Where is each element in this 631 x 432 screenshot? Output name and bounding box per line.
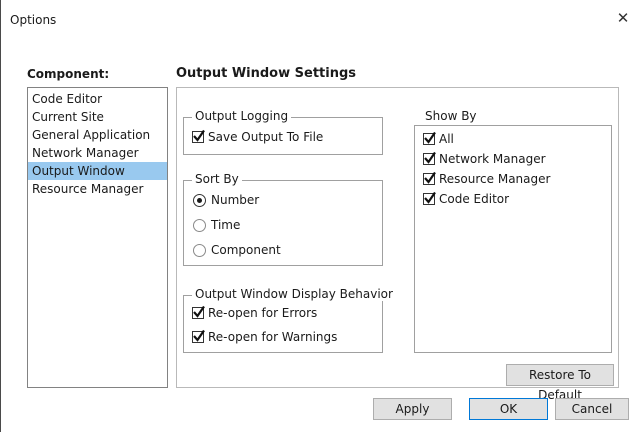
component-item-code-editor[interactable]: Code Editor xyxy=(28,90,167,108)
component-item-label: Resource Manager xyxy=(32,182,144,196)
radio-selected-icon xyxy=(193,193,206,207)
component-list[interactable]: Code Editor Current Site General Applica… xyxy=(27,87,168,388)
sort-by-time-label: Time xyxy=(211,218,241,232)
checkbox-checked-icon xyxy=(423,151,436,165)
show-by-code-editor-label: Code Editor xyxy=(439,192,510,206)
settings-panel: Output Logging Save Output To File Sort … xyxy=(176,87,619,402)
sort-by-time-radio[interactable]: Time xyxy=(193,216,240,234)
show-by-network-manager-checkbox[interactable]: Network Manager xyxy=(423,150,546,168)
checkbox-checked-icon xyxy=(192,305,205,319)
radio-unselected-icon xyxy=(193,243,206,257)
component-item-label: Output Window xyxy=(32,164,125,178)
cancel-button[interactable]: Cancel xyxy=(555,398,629,420)
ok-button[interactable]: OK xyxy=(469,398,548,420)
component-item-output-window[interactable]: Output Window xyxy=(28,162,167,180)
save-output-to-file-checkbox[interactable]: Save Output To File xyxy=(192,128,323,146)
show-by-legend: Show By xyxy=(422,109,480,123)
reopen-for-warnings-label: Re-open for Warnings xyxy=(208,330,338,344)
component-item-network-manager[interactable]: Network Manager xyxy=(28,144,167,162)
show-by-all-checkbox[interactable]: All xyxy=(423,130,454,148)
sort-by-component-radio[interactable]: Component xyxy=(193,241,281,259)
component-item-label: Code Editor xyxy=(32,92,103,106)
window-border xyxy=(0,0,1,432)
sort-by-number-radio[interactable]: Number xyxy=(193,191,259,209)
show-by-resource-manager-checkbox[interactable]: Resource Manager xyxy=(423,170,550,188)
restore-label-prefix: Restore To xyxy=(529,368,591,382)
show-by-code-editor-checkbox[interactable]: Code Editor xyxy=(423,190,509,208)
close-icon[interactable]: ✕ xyxy=(616,10,630,26)
reopen-for-errors-label: Re-open for Errors xyxy=(208,306,318,320)
show-by-network-manager-label: Network Manager xyxy=(439,152,546,166)
component-item-current-site[interactable]: Current Site xyxy=(28,108,167,126)
checkbox-checked-icon xyxy=(423,191,436,205)
restore-to-default-button[interactable]: Restore To Default xyxy=(506,364,614,402)
apply-button[interactable]: Apply xyxy=(373,398,452,420)
checkbox-checked-icon xyxy=(192,329,205,343)
sort-by-legend: Sort By xyxy=(192,172,242,186)
show-by-resource-manager-label: Resource Manager xyxy=(439,172,551,186)
window-title: Options xyxy=(10,13,57,27)
component-label: Component: xyxy=(27,67,110,81)
component-item-label: General Application xyxy=(32,128,151,142)
reopen-for-errors-checkbox[interactable]: Re-open for Errors xyxy=(192,304,317,322)
component-item-general-application[interactable]: General Application xyxy=(28,126,167,144)
component-item-label: Network Manager xyxy=(32,146,139,160)
component-item-label: Current Site xyxy=(32,110,104,124)
display-behavior-legend: Output Window Display Behavior xyxy=(192,287,396,301)
checkbox-checked-icon xyxy=(192,129,205,143)
show-by-all-label: All xyxy=(439,132,454,146)
settings-title: Output Window Settings xyxy=(176,66,357,81)
checkbox-checked-icon xyxy=(423,131,436,145)
output-logging-legend: Output Logging xyxy=(192,109,292,123)
component-item-resource-manager[interactable]: Resource Manager xyxy=(28,180,167,198)
reopen-for-warnings-checkbox[interactable]: Re-open for Warnings xyxy=(192,328,337,346)
sort-by-component-label: Component xyxy=(211,243,281,257)
save-output-to-file-label: Save Output To File xyxy=(208,130,324,144)
radio-unselected-icon xyxy=(193,218,206,232)
checkbox-checked-icon xyxy=(423,171,436,185)
sort-by-number-label: Number xyxy=(211,193,260,207)
